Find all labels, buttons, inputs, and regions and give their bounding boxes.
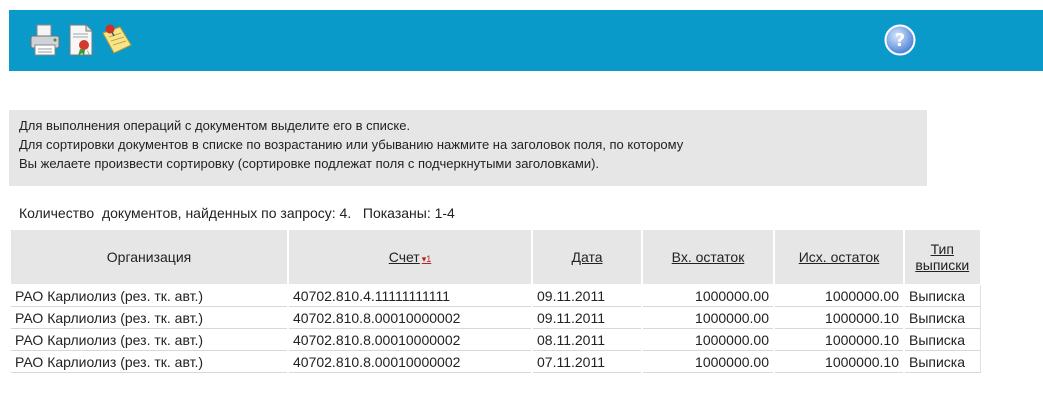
cell-in-balance: 1000000.00 bbox=[641, 328, 775, 351]
svg-text:?: ? bbox=[895, 30, 905, 51]
cell-out-balance: 1000000.10 bbox=[773, 350, 905, 373]
info-line: Для выполнения операций с документом выд… bbox=[19, 118, 411, 133]
sort-indicator-icon: ▾1 bbox=[421, 254, 432, 264]
cell-org: РАО Карлиолиз (рез. тк. авт.) bbox=[9, 328, 289, 351]
cell-org: РАО Карлиолиз (рез. тк. авт.) bbox=[9, 350, 289, 373]
printer-icon[interactable] bbox=[28, 23, 62, 57]
cell-type: Выписка bbox=[903, 328, 981, 351]
cell-account: 40702.810.8.00010000002 bbox=[287, 306, 533, 329]
column-header-date[interactable]: Дата bbox=[531, 229, 643, 285]
documents-table: Организация Счет ▾1 Дата Вх. остаток Исх.… bbox=[9, 229, 981, 373]
found-label: Количество документов, найденных по запр… bbox=[19, 205, 340, 221]
toolbar: ? bbox=[9, 10, 1043, 71]
cell-type: Выписка bbox=[903, 350, 981, 373]
cell-date: 09.11.2011 bbox=[531, 284, 643, 307]
cell-org: РАО Карлиолиз (рез. тк. авт.) bbox=[9, 306, 289, 329]
column-header-org: Организация bbox=[9, 229, 289, 285]
cell-in-balance: 1000000.00 bbox=[641, 284, 775, 307]
found-count: 4. bbox=[339, 205, 352, 221]
table-row[interactable]: РАО Карлиолиз (рез. тк. авт.) 40702.810.… bbox=[9, 328, 981, 351]
info-line: Для сортировки документов в списке по во… bbox=[19, 137, 684, 152]
info-box: Для выполнения операций с документом выд… bbox=[9, 110, 927, 186]
cell-type: Выписка bbox=[903, 306, 981, 329]
shown-range: 1-4 bbox=[434, 205, 455, 221]
cell-in-balance: 1000000.00 bbox=[641, 306, 775, 329]
table-row[interactable]: РАО Карлиолиз (рез. тк. авт.) 40702.810.… bbox=[9, 350, 981, 373]
cell-org: РАО Карлиолиз (рез. тк. авт.) bbox=[9, 284, 289, 307]
cell-account: 40702.810.8.00010000002 bbox=[287, 350, 533, 373]
certificate-document-icon[interactable] bbox=[64, 23, 98, 57]
column-header-type[interactable]: Тип выписки bbox=[903, 229, 981, 285]
table-row[interactable]: РАО Карлиолиз (рез. тк. авт.) 40702.810.… bbox=[9, 306, 981, 329]
cell-date: 09.11.2011 bbox=[531, 306, 643, 329]
cell-out-balance: 1000000.00 bbox=[773, 284, 905, 307]
info-line: Вы желаете произвести сортировку (сортир… bbox=[19, 156, 600, 171]
cell-account: 40702.810.4.11111111111 bbox=[287, 284, 533, 307]
column-header-account[interactable]: Счет ▾1 bbox=[287, 229, 533, 285]
table-row[interactable]: РАО Карлиолиз (рез. тк. авт.) 40702.810.… bbox=[9, 284, 981, 307]
cell-type: Выписка bbox=[903, 284, 981, 307]
cell-date: 08.11.2011 bbox=[531, 328, 643, 351]
shown-label: Показаны: bbox=[351, 205, 435, 221]
column-header-in-balance[interactable]: Вх. остаток bbox=[641, 229, 775, 285]
cell-date: 07.11.2011 bbox=[531, 350, 643, 373]
help-icon[interactable]: ? bbox=[884, 24, 916, 56]
cell-account: 40702.810.8.00010000002 bbox=[287, 328, 533, 351]
table-header-row: Организация Счет ▾1 Дата Вх. остаток Исх.… bbox=[9, 229, 981, 285]
cell-in-balance: 1000000.00 bbox=[641, 350, 775, 373]
column-header-out-balance[interactable]: Исх. остаток bbox=[773, 229, 905, 285]
cell-out-balance: 1000000.10 bbox=[773, 306, 905, 329]
results-summary: Количество документов, найденных по запр… bbox=[19, 205, 455, 221]
pinned-note-icon[interactable] bbox=[100, 23, 134, 57]
cell-out-balance: 1000000.10 bbox=[773, 328, 905, 351]
